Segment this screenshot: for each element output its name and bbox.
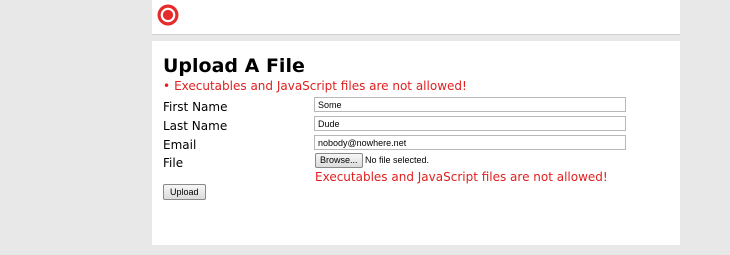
last-name-label: Last Name bbox=[163, 119, 228, 133]
red-circle-logo-icon bbox=[157, 4, 179, 26]
first-name-field[interactable] bbox=[314, 97, 626, 112]
browse-button[interactable]: Browse... bbox=[315, 153, 363, 168]
upload-button[interactable]: Upload bbox=[163, 184, 206, 200]
error-message: Executables and JavaScript files are not… bbox=[163, 79, 467, 93]
upload-card: Upload A File Executables and JavaScript… bbox=[152, 41, 680, 245]
last-name-field[interactable] bbox=[314, 116, 626, 131]
page-title: Upload A File bbox=[163, 55, 305, 77]
first-name-label: First Name bbox=[163, 100, 228, 114]
error-list: Executables and JavaScript files are not… bbox=[163, 79, 467, 93]
file-status-text: No file selected. bbox=[365, 155, 430, 165]
file-error-message: Executables and JavaScript files are not… bbox=[315, 170, 608, 184]
email-label: Email bbox=[163, 138, 197, 152]
top-header bbox=[152, 0, 680, 35]
file-label: File bbox=[163, 156, 184, 170]
email-field[interactable] bbox=[314, 135, 626, 150]
